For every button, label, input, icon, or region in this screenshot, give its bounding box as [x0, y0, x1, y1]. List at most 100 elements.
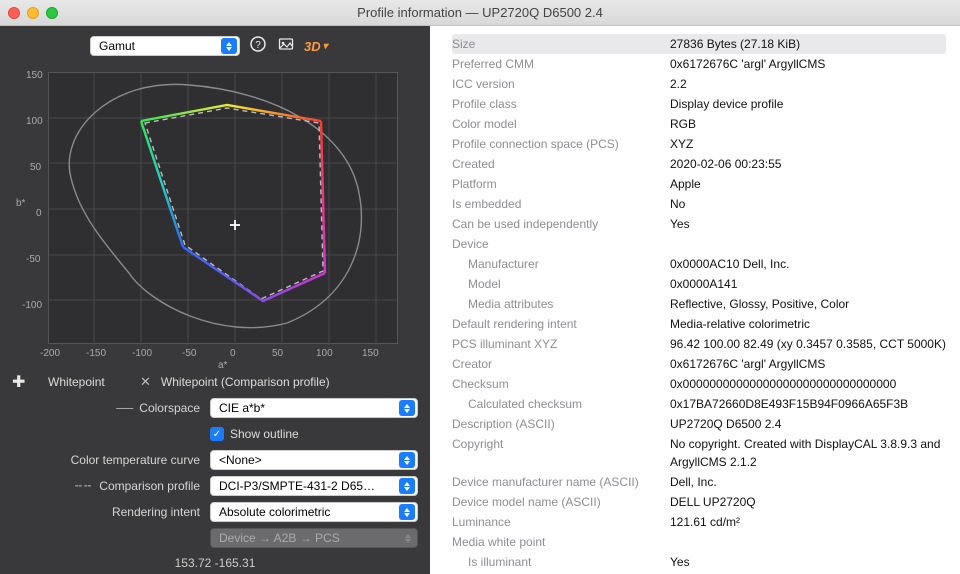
legend-whitepoint: Whitepoint: [48, 375, 130, 389]
y-tick: -50: [26, 254, 40, 265]
property-value: No: [670, 195, 946, 213]
property-key: Device: [452, 235, 670, 253]
property-row[interactable]: PCS illuminant XYZ96.42 100.00 82.49 (xy…: [452, 334, 946, 354]
help-icon[interactable]: ?: [248, 36, 268, 56]
property-row[interactable]: Color modelRGB: [452, 114, 946, 134]
x-tick: 50: [272, 348, 283, 359]
property-value: 0x0000AC10 Dell, Inc.: [670, 255, 946, 273]
property-row[interactable]: Device model name (ASCII)DELL UP2720Q: [452, 492, 946, 512]
property-key: Profile connection space (PCS): [452, 135, 670, 153]
property-row[interactable]: Manufacturer0x0000AC10 Dell, Inc.: [452, 254, 946, 274]
property-row[interactable]: Device manufacturer name (ASCII)Dell, In…: [452, 472, 946, 492]
image-icon[interactable]: [276, 36, 296, 56]
property-row[interactable]: CopyrightNo copyright. Created with Disp…: [452, 434, 946, 472]
main-split: Gamut ? 3D b* 150 100 50 0 -50 -100: [0, 26, 960, 574]
property-key: Is embedded: [452, 195, 670, 213]
x-axis-label: a*: [218, 360, 227, 371]
properties-panel[interactable]: Size27836 Bytes (27.18 KiB)Preferred CMM…: [430, 26, 960, 574]
property-key: Can be used independently: [452, 215, 670, 233]
plot-mode-value: Gamut: [99, 39, 135, 53]
property-value: 2.2: [670, 75, 946, 93]
property-row[interactable]: Media white point: [452, 532, 946, 552]
property-value: Yes: [670, 215, 946, 233]
property-key: Device model name (ASCII): [452, 493, 670, 511]
color-temp-curve-select[interactable]: <None>: [210, 450, 418, 470]
property-row[interactable]: Can be used independentlyYes: [452, 214, 946, 234]
gamut-plot[interactable]: b* 150 100 50 0 -50 -100: [12, 68, 418, 356]
property-key: Default rendering intent: [452, 315, 670, 333]
property-key: Creator: [452, 355, 670, 373]
property-row[interactable]: Preferred CMM0x6172676C 'argl' ArgyllCMS: [452, 54, 946, 74]
property-key: Copyright: [452, 435, 670, 471]
property-value: [670, 235, 946, 253]
property-value: Dell, Inc.: [670, 473, 946, 491]
property-value: DELL UP2720Q: [670, 493, 946, 511]
property-value: UP2720Q D6500 2.4: [670, 415, 946, 433]
property-row[interactable]: Model0x0000A141: [452, 274, 946, 294]
property-row[interactable]: Creator0x6172676C 'argl' ArgyllCMS: [452, 354, 946, 374]
property-key: Created: [452, 155, 670, 173]
property-row[interactable]: Is illuminantYes: [452, 552, 946, 572]
property-key: Platform: [452, 175, 670, 193]
show-outline-label: Show outline: [230, 427, 299, 441]
property-row[interactable]: Device: [452, 234, 946, 254]
legend-whitepoint-cmp: Whitepoint (Comparison profile): [161, 375, 330, 389]
property-key: Device manufacturer name (ASCII): [452, 473, 670, 491]
property-key: Luminance: [452, 513, 670, 531]
plot-mode-select[interactable]: Gamut: [90, 36, 240, 56]
x-tick: 0: [230, 348, 236, 359]
window-title: Profile information — UP2720Q D6500 2.4: [0, 5, 960, 20]
property-key: Checksum: [452, 375, 670, 393]
pipeline-select-disabled: Device → A2B → PCS: [210, 528, 418, 548]
property-value: 0x6172676C 'argl' ArgyllCMS: [670, 355, 946, 373]
cursor-readout: 153.72 -165.31: [12, 556, 418, 570]
y-tick: 50: [30, 162, 41, 173]
property-key: Size: [452, 35, 670, 53]
svg-text:?: ?: [255, 40, 261, 51]
property-key: Manufacturer: [452, 255, 670, 273]
property-row[interactable]: Is embeddedNo: [452, 194, 946, 214]
property-value: 0x0000A141: [670, 275, 946, 293]
colorspace-select[interactable]: CIE a*b*: [210, 398, 418, 418]
property-value: 0x6172676C 'argl' ArgyllCMS: [670, 55, 946, 73]
property-value: RGB: [670, 115, 946, 133]
property-value: 96.42 100.00 82.49 (xy 0.3457 0.3585, CC…: [670, 335, 946, 353]
property-row[interactable]: Media attributesReflective, Glossy, Posi…: [452, 294, 946, 314]
x-tick: 100: [316, 348, 333, 359]
x-tick: -50: [182, 348, 196, 359]
property-key: PCS illuminant XYZ: [452, 335, 670, 353]
window-titlebar: Profile information — UP2720Q D6500 2.4: [0, 0, 960, 26]
property-row[interactable]: Default rendering intentMedia-relative c…: [452, 314, 946, 334]
property-row[interactable]: Size27836 Bytes (27.18 KiB): [452, 34, 946, 54]
property-value: 0x17BA72660D8E493F15B94F0966A65F3B: [670, 395, 946, 413]
show-outline-checkbox[interactable]: ✓: [210, 427, 224, 441]
y-tick: 0: [36, 208, 42, 219]
property-row[interactable]: Luminance121.61 cd/m²: [452, 512, 946, 532]
property-value: Reflective, Glossy, Positive, Color: [670, 295, 946, 313]
x-tick: -100: [132, 348, 152, 359]
property-value: No copyright. Created with DisplayCAL 3.…: [670, 435, 946, 471]
property-row[interactable]: Calculated checksum0x17BA72660D8E493F15B…: [452, 394, 946, 414]
left-controls: ✚ Whitepoint ✕ Whitepoint (Comparison pr…: [12, 366, 418, 570]
property-row[interactable]: Profile connection space (PCS)XYZ: [452, 134, 946, 154]
property-row[interactable]: Created2020-02-06 00:23:55: [452, 154, 946, 174]
y-tick: 100: [26, 116, 43, 127]
property-value: 2020-02-06 00:23:55: [670, 155, 946, 173]
property-value: Media-relative colorimetric: [670, 315, 946, 333]
property-row[interactable]: PlatformApple: [452, 174, 946, 194]
y-axis-label: b*: [16, 198, 25, 209]
comparison-profile-select[interactable]: DCI-P3/SMPTE-431-2 D65…: [210, 476, 418, 496]
x-tick: -200: [40, 348, 60, 359]
rendering-intent-select[interactable]: Absolute colorimetric: [210, 502, 418, 522]
property-row[interactable]: Checksum0x000000000000000000000000000000…: [452, 374, 946, 394]
property-row[interactable]: Description (ASCII)UP2720Q D6500 2.4: [452, 414, 946, 434]
property-key: Description (ASCII): [452, 415, 670, 433]
property-key: Model: [452, 275, 670, 293]
property-key: Calculated checksum: [452, 395, 670, 413]
property-key: Media white point: [452, 533, 670, 551]
property-row[interactable]: Profile classDisplay device profile: [452, 94, 946, 114]
property-value: [670, 533, 946, 551]
property-key: Color model: [452, 115, 670, 133]
3d-menu[interactable]: 3D: [304, 39, 328, 54]
property-row[interactable]: ICC version2.2: [452, 74, 946, 94]
